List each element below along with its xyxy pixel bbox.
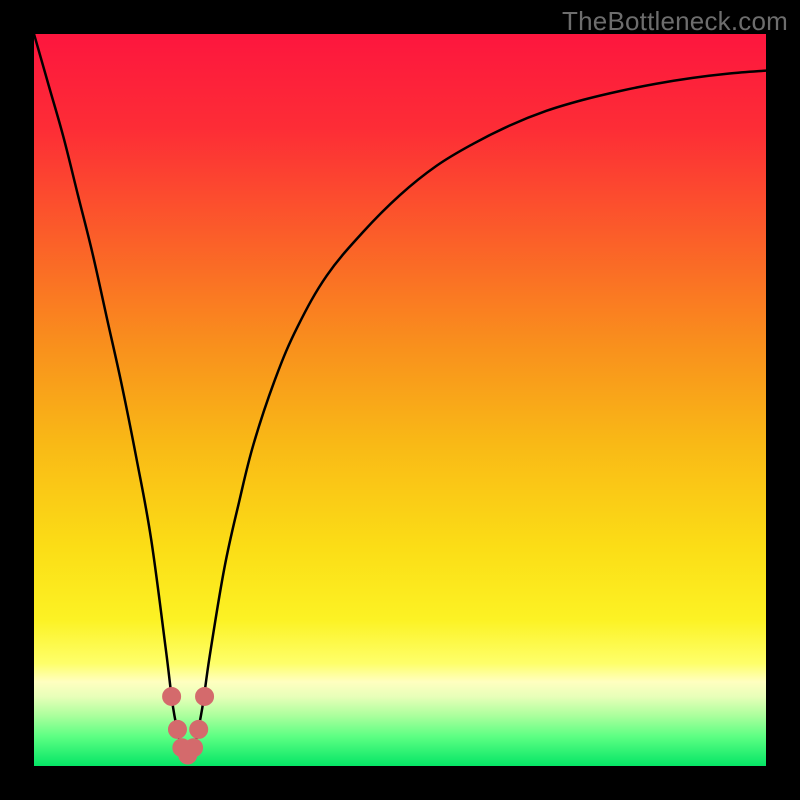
outer-frame: TheBottleneck.com xyxy=(0,0,800,800)
watermark-text: TheBottleneck.com xyxy=(562,6,788,37)
plot-area xyxy=(34,34,766,766)
background-gradient xyxy=(34,34,766,766)
